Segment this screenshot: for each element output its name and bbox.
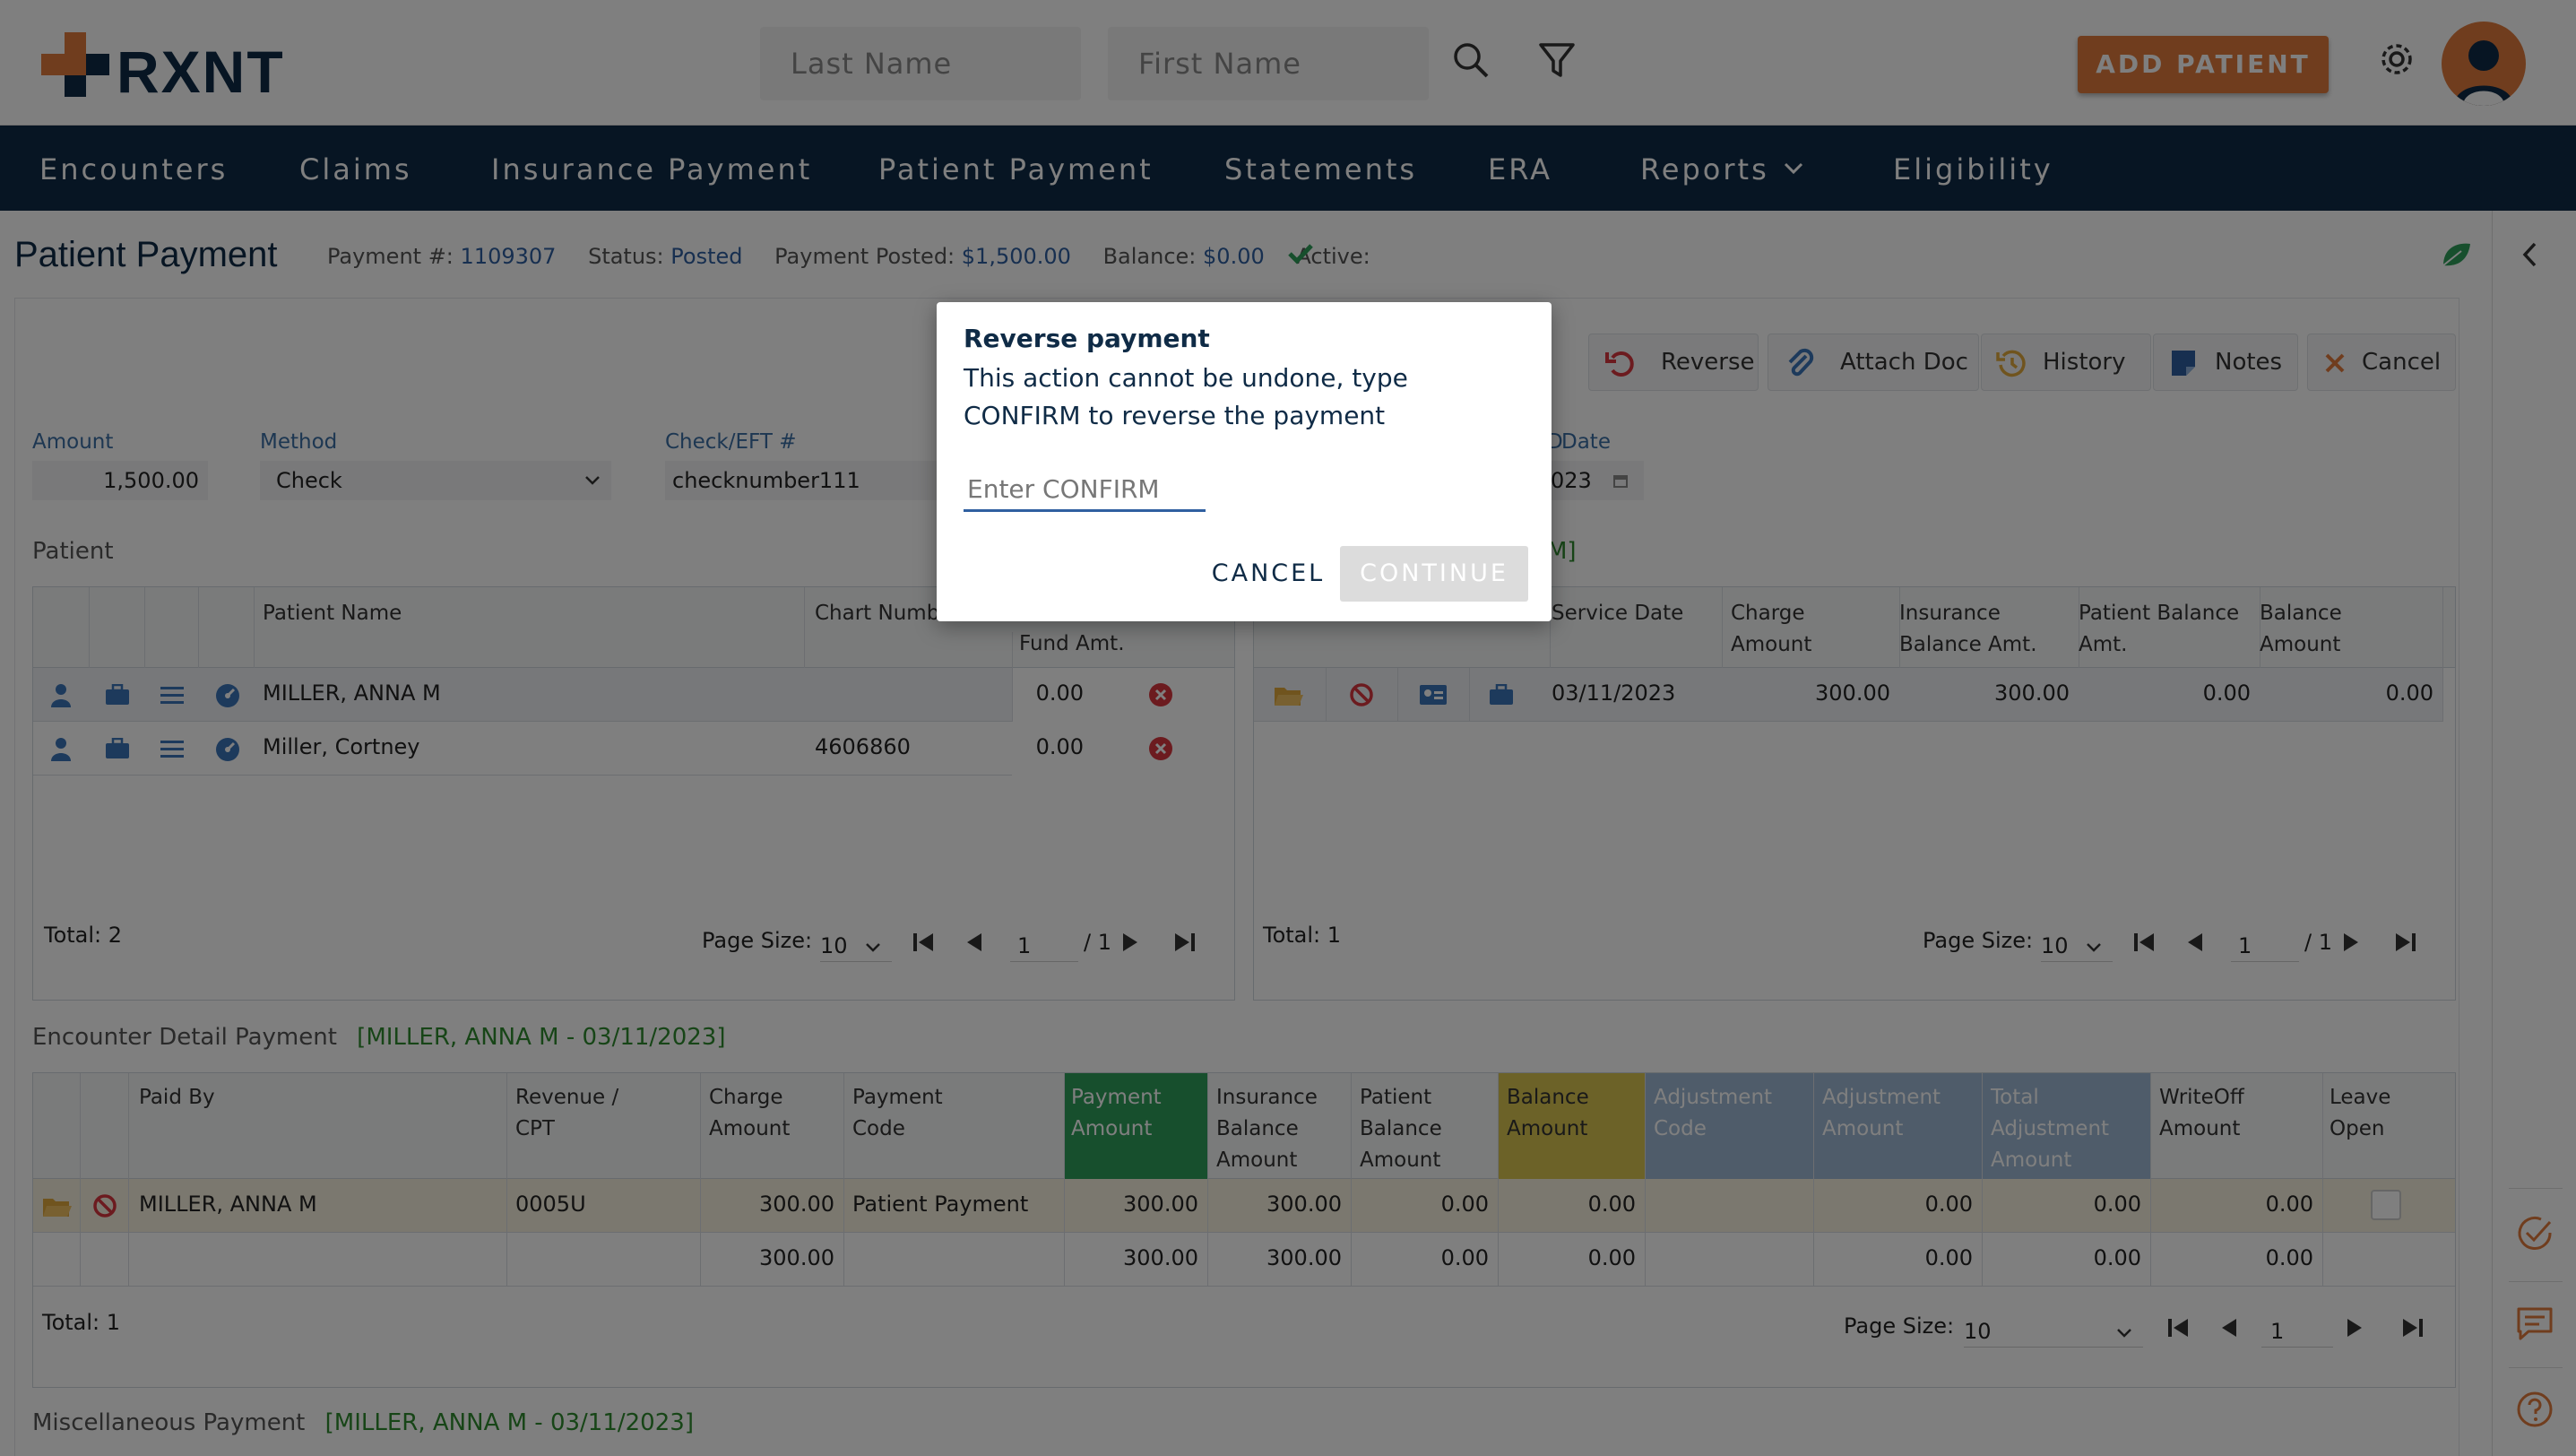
confirm-input[interactable]: Enter CONFIRM — [964, 465, 1206, 512]
dialog-continue-button[interactable]: CONTINUE — [1340, 546, 1528, 602]
modal-backdrop[interactable] — [0, 0, 2576, 1456]
dialog-title: Reverse payment — [964, 324, 1210, 353]
dialog-message: This action cannot be undone, type CONFI… — [964, 363, 1408, 430]
reverse-payment-dialog: Reverse payment This action cannot be un… — [937, 302, 1552, 621]
dialog-cancel-button[interactable]: CANCEL — [1179, 546, 1358, 602]
